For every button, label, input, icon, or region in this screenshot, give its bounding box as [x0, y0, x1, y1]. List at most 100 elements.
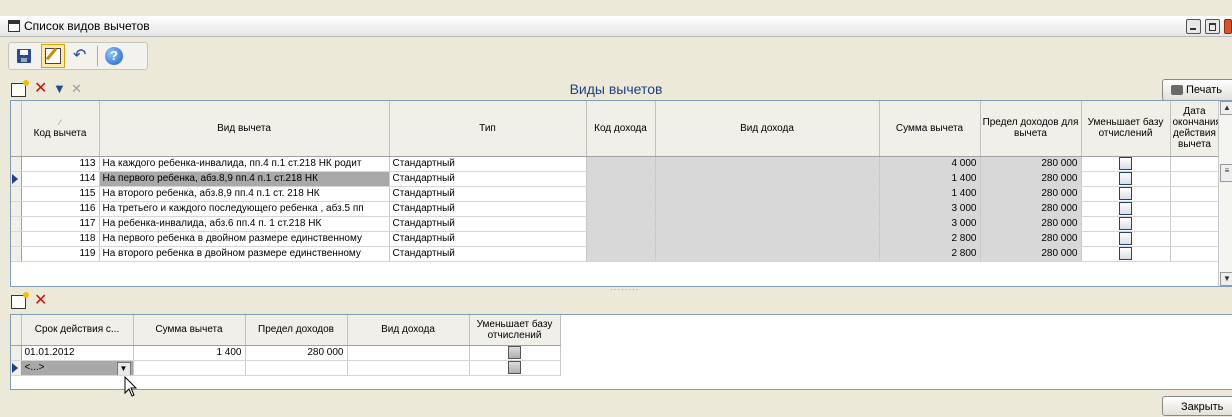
type-cell[interactable]: Стандартный	[389, 246, 587, 263]
code-cell[interactable]: 114	[21, 171, 100, 187]
income-type-cell[interactable]	[655, 216, 880, 233]
reduces-base-checkbox[interactable]	[1119, 247, 1132, 261]
col-code[interactable]: ∕ Код вычета	[21, 101, 100, 157]
new-income-cell[interactable]	[347, 360, 470, 376]
period-row[interactable]: 01.01.2012 1 400 280 000	[11, 345, 561, 361]
limit-cell[interactable]: 280 000	[980, 216, 1082, 233]
col-income-code[interactable]: Код дохода	[586, 101, 656, 157]
col-income-type[interactable]: Вид дохода	[655, 101, 880, 157]
edit-button[interactable]	[41, 44, 65, 68]
print-button[interactable]: Печать	[1162, 79, 1232, 101]
income-code-cell[interactable]	[586, 201, 656, 218]
reduces-base-checkbox[interactable]	[508, 345, 521, 359]
save-button[interactable]	[13, 45, 35, 67]
end-date-cell[interactable]	[1170, 186, 1220, 202]
period-reduces-cell[interactable]	[469, 345, 561, 361]
period-income-cell[interactable]	[347, 345, 470, 361]
income-code-cell[interactable]	[586, 231, 656, 248]
reduces-base-checkbox[interactable]	[1119, 171, 1132, 185]
reduces-base-cell[interactable]	[1081, 186, 1171, 202]
reduces-base-cell[interactable]	[1081, 171, 1171, 187]
table-row[interactable]: 113 На каждого ребенка-инвалида, пп.4 п.1…	[11, 156, 1232, 172]
table-row[interactable]: 117 На ребенка-инвалида, абз.6 пп.4 п. 1 …	[11, 216, 1232, 233]
reduces-base-checkbox[interactable]	[1119, 217, 1132, 231]
scroll-thumb[interactable]: ≡	[1220, 164, 1232, 182]
income-type-cell[interactable]	[655, 156, 880, 172]
limit-cell[interactable]: 280 000	[980, 171, 1082, 187]
income-code-cell[interactable]	[586, 216, 656, 233]
income-code-cell[interactable]	[586, 186, 656, 202]
limit-cell[interactable]: 280 000	[980, 156, 1082, 172]
table-row[interactable]: 114 На первого ребенка, абз.8,9 пп.4 п.1 …	[11, 171, 1232, 187]
period-limit-cell[interactable]: 280 000	[245, 345, 348, 361]
col-period-from[interactable]: Срок действия с...	[21, 315, 134, 346]
scroll-down-icon[interactable]: ▼	[1220, 272, 1232, 286]
income-type-cell[interactable]	[655, 231, 880, 248]
col-period-amount[interactable]: Сумма вычета	[133, 315, 246, 346]
minimize-icon[interactable]	[1185, 19, 1201, 34]
reduces-base-cell[interactable]	[1081, 156, 1171, 172]
amount-cell[interactable]: 1 400	[879, 171, 981, 187]
code-cell[interactable]: 115	[21, 186, 100, 202]
end-date-cell[interactable]	[1170, 201, 1220, 218]
code-cell[interactable]: 118	[21, 231, 100, 248]
code-cell[interactable]: 119	[21, 246, 100, 263]
income-code-cell[interactable]	[586, 171, 656, 187]
close-window-icon[interactable]	[1224, 19, 1232, 34]
name-cell[interactable]: На первого ребенка, абз.8,9 пп.4 п.1 ст.…	[99, 171, 390, 187]
col-period-income[interactable]: Вид дохода	[347, 315, 470, 346]
maximize-icon[interactable]	[1204, 19, 1220, 34]
new-period-row[interactable]: <...> ▼	[11, 360, 561, 376]
limit-cell[interactable]: 280 000	[980, 186, 1082, 202]
table-row[interactable]: 116 На третьего и каждого последующего ре…	[11, 201, 1232, 218]
new-amount-cell[interactable]	[133, 360, 246, 376]
help-button[interactable]: ?	[103, 45, 125, 67]
add-period-icon[interactable]	[11, 292, 29, 309]
col-end-date[interactable]: Дата окончания действия вычета	[1170, 101, 1221, 157]
amount-cell[interactable]: 1 400	[879, 186, 981, 202]
type-cell[interactable]: Стандартный	[389, 156, 587, 172]
name-cell[interactable]: На каждого ребенка-инвалида, пп.4 п.1 ст…	[99, 156, 390, 172]
type-cell[interactable]: Стандартный	[389, 201, 587, 218]
code-cell[interactable]: 113	[21, 156, 100, 172]
reduces-base-checkbox[interactable]	[1119, 232, 1132, 246]
deductions-scrollbar[interactable]: ▲ ≡ ▼	[1218, 101, 1232, 286]
dropdown-arrow-icon[interactable]: ▼	[116, 361, 131, 375]
type-cell[interactable]: Стандартный	[389, 171, 587, 187]
undo-button[interactable]: ↶	[69, 45, 91, 67]
new-reduces-cell[interactable]	[469, 360, 561, 376]
col-period-reduces[interactable]: Уменьшает базу отчислений	[469, 315, 561, 346]
amount-cell[interactable]: 2 800	[879, 231, 981, 248]
income-type-cell[interactable]	[655, 171, 880, 187]
col-reduces-base[interactable]: Уменьшает базу отчислений	[1081, 101, 1171, 157]
reduces-base-cell[interactable]	[1081, 231, 1171, 248]
reduces-base-checkbox[interactable]	[508, 360, 521, 374]
end-date-cell[interactable]	[1170, 171, 1220, 187]
col-period-limit[interactable]: Предел доходов	[245, 315, 348, 346]
amount-cell[interactable]: 4 000	[879, 156, 981, 172]
name-cell[interactable]: На первого ребенка в двойном размере еди…	[99, 231, 390, 248]
limit-cell[interactable]: 280 000	[980, 246, 1082, 263]
income-code-cell[interactable]	[586, 246, 656, 263]
code-cell[interactable]: 116	[21, 201, 100, 218]
scroll-up-icon[interactable]: ▲	[1220, 101, 1232, 115]
col-name[interactable]: Вид вычета	[99, 101, 390, 157]
income-type-cell[interactable]	[655, 186, 880, 202]
limit-cell[interactable]: 280 000	[980, 231, 1082, 248]
reduces-base-checkbox[interactable]	[1119, 186, 1132, 200]
type-cell[interactable]: Стандартный	[389, 231, 587, 248]
limit-cell[interactable]: 280 000	[980, 201, 1082, 218]
new-limit-cell[interactable]	[245, 360, 348, 376]
reduces-base-checkbox[interactable]	[1119, 156, 1132, 170]
end-date-cell[interactable]	[1170, 246, 1220, 263]
type-cell[interactable]: Стандартный	[389, 216, 587, 233]
close-button[interactable]: Закрыть	[1162, 396, 1232, 416]
period-from-combo[interactable]: <...> ▼	[21, 360, 134, 376]
income-code-cell[interactable]	[586, 156, 656, 172]
end-date-cell[interactable]	[1170, 156, 1220, 172]
amount-cell[interactable]: 2 800	[879, 246, 981, 263]
income-type-cell[interactable]	[655, 201, 880, 218]
col-amount[interactable]: Сумма вычета	[879, 101, 981, 157]
period-amount-cell[interactable]: 1 400	[133, 345, 246, 361]
reduces-base-checkbox[interactable]	[1119, 201, 1132, 215]
